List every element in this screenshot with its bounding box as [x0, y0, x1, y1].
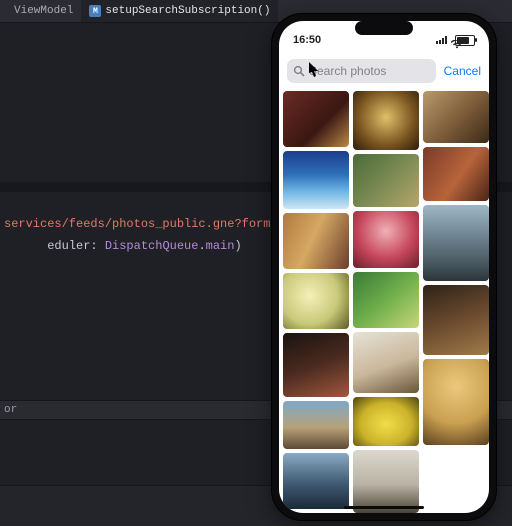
photo-thumb-garden[interactable]	[353, 154, 419, 207]
section-label: or	[4, 402, 17, 418]
photo-thumb-cans[interactable]	[283, 91, 349, 147]
photo-thumb-couple[interactable]	[423, 285, 489, 355]
photo-thumb-narrow-street[interactable]	[423, 205, 489, 281]
battery-icon	[455, 35, 475, 46]
photo-thumb-red-portrait[interactable]	[353, 211, 419, 268]
photo-thumb-friends-indoor[interactable]	[283, 213, 349, 269]
photo-thumb-brick-wall[interactable]	[423, 147, 489, 201]
cellular-icon	[436, 36, 447, 44]
code-text: .	[198, 239, 205, 253]
search-placeholder: Search photos	[309, 64, 386, 78]
tab-label: setupSearchSubscription()	[105, 5, 270, 17]
search-input[interactable]: Search photos	[287, 59, 436, 83]
tab-label: ViewModel	[14, 5, 73, 17]
photo-thumb-person-board[interactable]	[353, 450, 419, 513]
ide-tab-viewmodel[interactable]: ViewModel	[6, 0, 81, 22]
photo-thumb-portrait-dark[interactable]	[283, 333, 349, 397]
photo-thumb-blonde-portrait[interactable]	[423, 359, 489, 445]
photo-grid[interactable]	[279, 91, 489, 513]
grid-column-1	[353, 91, 419, 513]
status-icons	[436, 35, 475, 46]
code-text: )	[234, 239, 241, 253]
photo-thumb-blossoms[interactable]	[283, 273, 349, 329]
dynamic-island	[355, 21, 413, 35]
photo-thumb-ceremony[interactable]	[353, 332, 419, 393]
code-prop: main	[206, 239, 235, 253]
cursor-icon	[309, 62, 320, 78]
search-icon	[293, 65, 305, 77]
method-badge-icon: M	[89, 5, 101, 17]
grid-column-2	[423, 91, 489, 513]
photo-thumb-yellow-flowers[interactable]	[353, 397, 419, 446]
cancel-button[interactable]: Cancel	[444, 64, 481, 78]
photo-thumb-shop[interactable]	[423, 91, 489, 143]
photo-thumb-skyline[interactable]	[283, 453, 349, 509]
grid-column-0	[283, 91, 349, 513]
code-text: eduler:	[47, 239, 105, 253]
iphone-simulator: 16:50 Search photos Cancel	[272, 14, 496, 520]
ide-tab-setup[interactable]: M setupSearchSubscription()	[81, 0, 278, 22]
home-indicator	[344, 506, 424, 509]
code-type: DispatchQueue	[105, 239, 199, 253]
photo-thumb-market-table[interactable]	[353, 91, 419, 150]
photo-thumb-sports-field[interactable]	[353, 272, 419, 327]
photo-thumb-beach[interactable]	[283, 401, 349, 449]
phone-screen: 16:50 Search photos Cancel	[279, 21, 489, 513]
status-time: 16:50	[293, 34, 321, 46]
photo-thumb-pool-event[interactable]	[283, 151, 349, 209]
search-row: Search photos Cancel	[279, 55, 489, 91]
